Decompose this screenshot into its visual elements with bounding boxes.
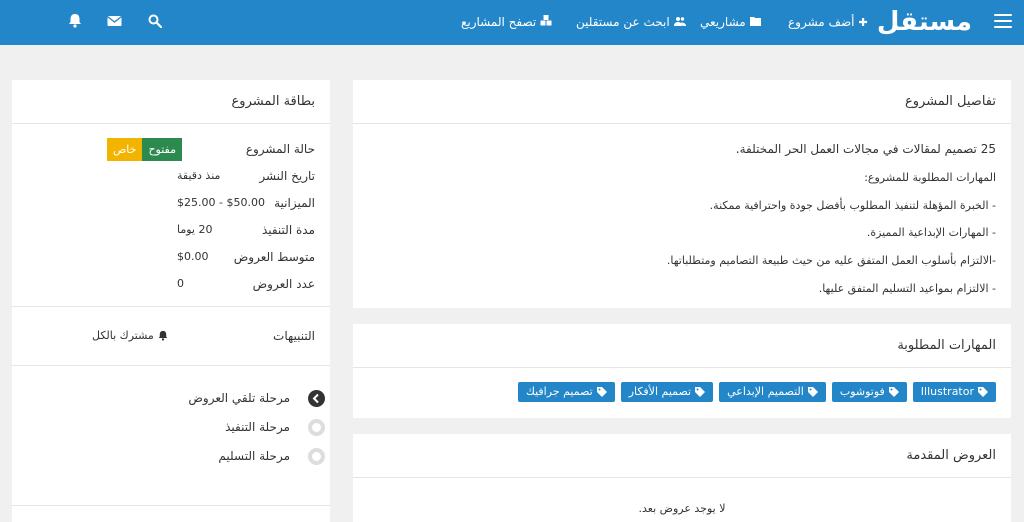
nav-my-projects[interactable]: مشاريعي	[700, 0, 761, 45]
project-details-title: تفاصيل المشروع	[353, 80, 1011, 124]
skill-tag-creative-design[interactable]: التصميم الإبداعي	[719, 382, 826, 402]
average-offers-row: متوسط العروض $0.00	[27, 246, 315, 273]
folder-icon	[749, 0, 761, 45]
stage-label: مرحلة التسليم	[218, 449, 290, 463]
logo[interactable]: مستقل	[877, 4, 972, 40]
publish-date-value: منذ دقيقة	[177, 169, 221, 182]
budget-label: الميزانية	[274, 196, 315, 210]
tag-icon	[978, 387, 988, 397]
skill-tag-label: تصميم جرافيك	[525, 385, 593, 398]
stage-label: مرحلة التنفيذ	[225, 420, 290, 434]
bell-icon	[158, 330, 168, 341]
publish-date-row: تاريخ النشر منذ دقيقة	[27, 165, 315, 192]
skill-tag-illustrator[interactable]: Illustrator	[912, 382, 996, 402]
no-offers-text: لا يوجد عروض بعد.	[638, 502, 726, 515]
offers-count-row: عدد العروض 0	[27, 273, 315, 300]
description-line: المهارات المطلوبة للمشروع:	[864, 171, 996, 185]
stage-inactive-icon	[308, 448, 325, 465]
stage-label: مرحلة تلقي العروض	[188, 391, 290, 405]
budget-value: $25.00 - $50.00	[177, 196, 265, 209]
description-line: -الالتزام بأسلوب العمل المتفق عليه من حي…	[666, 253, 996, 267]
top-navbar: مستقل ✚ أضف مشروع مشاريعي ابحث عن مستقلي…	[0, 0, 1024, 45]
project-description: 25 تصميم لمقالات في مجالات العمل الحر ال…	[353, 124, 1011, 323]
skill-tag-graphic-design[interactable]: تصميم جرافيك	[517, 382, 615, 402]
offers-count-value: 0	[177, 277, 184, 290]
offers-count-label: عدد العروض	[252, 277, 315, 291]
divider	[12, 505, 330, 506]
project-card-title: بطاقة المشروع	[12, 80, 330, 124]
project-status-row: حالة المشروع خاص مفتوح	[27, 138, 315, 165]
notifications-subscription[interactable]: مشترك بالكل	[92, 329, 168, 342]
required-skills-title: المهارات المطلوبة	[353, 324, 1011, 368]
plus-icon: ✚	[858, 16, 868, 29]
skills-list: Illustrator فوتوشوب التصميم الإبداعي تصم…	[353, 368, 1011, 416]
publish-date-label: تاريخ النشر	[259, 169, 315, 183]
tag-icon	[695, 387, 706, 397]
notifications-row: التنبيهات مشترك بالكل	[12, 307, 330, 365]
nav-find-freelancers-label: ابحث عن مستقلين	[576, 15, 670, 29]
nav-browse-projects[interactable]: تصفح المشاريع	[461, 0, 552, 45]
private-badge: خاص	[107, 138, 143, 161]
project-card-rows: حالة المشروع خاص مفتوح تاريخ النشر منذ د…	[12, 124, 330, 306]
budget-row: الميزانية $25.00 - $50.00	[27, 192, 315, 219]
bell-icon[interactable]	[66, 13, 82, 29]
skill-tag-label: فوتوشوب	[839, 385, 885, 398]
stage-receiving-offers: مرحلة تلقي العروض	[12, 390, 330, 419]
users-icon	[673, 0, 686, 45]
tag-icon	[596, 387, 607, 397]
stage-inactive-icon	[308, 419, 325, 436]
duration-label: مدة التنفيذ	[261, 223, 315, 237]
required-skills-panel: المهارات المطلوبة Illustrator فوتوشوب ال…	[353, 324, 1011, 418]
offers-panel: العروض المقدمة لا يوجد عروض بعد.	[353, 434, 1011, 522]
nav-my-projects-label: مشاريعي	[700, 15, 746, 29]
nav-add-project-label: أضف مشروع	[788, 15, 855, 29]
description-line: - المهارات الإبداعية المميزة.	[866, 226, 996, 240]
project-card-panel: بطاقة المشروع حالة المشروع خاص مفتوح تار…	[12, 80, 330, 522]
stage-active-icon	[308, 390, 325, 407]
nav-find-freelancers[interactable]: ابحث عن مستقلين	[576, 0, 686, 45]
description-line: 25 تصميم لمقالات في مجالات العمل الحر ال…	[735, 142, 996, 156]
project-status-label: حالة المشروع	[245, 142, 315, 156]
project-details-panel: تفاصيل المشروع 25 تصميم لمقالات في مجالا…	[353, 80, 1011, 308]
average-offers-label: متوسط العروض	[233, 250, 315, 264]
skill-tag-label: Illustrator	[920, 385, 974, 398]
tag-icon	[807, 387, 818, 397]
envelope-icon[interactable]	[106, 13, 122, 29]
description-line: - الالتزام بمواعيد التسليم المتفق عليها.	[818, 281, 996, 295]
description-line: - الخبرة المؤهلة لتنفيذ المطلوب بأفضل جو…	[709, 198, 996, 212]
offers-title: العروض المقدمة	[353, 434, 1011, 478]
notifications-label: التنبيهات	[273, 329, 315, 343]
skill-tag-label: تصميم الأفكار	[628, 385, 692, 398]
nav-add-project[interactable]: ✚ أضف مشروع	[788, 0, 868, 45]
skill-tag-photoshop[interactable]: فوتوشوب	[831, 382, 907, 402]
notifications-value: مشترك بالكل	[92, 329, 154, 342]
stage-execution: مرحلة التنفيذ	[12, 419, 330, 448]
stage-delivery: مرحلة التسليم	[12, 448, 330, 477]
hamburger-menu-icon[interactable]	[994, 14, 1012, 30]
project-stages: مرحلة تلقي العروض مرحلة التنفيذ مرحلة ال…	[12, 366, 330, 477]
cubes-icon	[540, 0, 552, 45]
open-badge: مفتوح	[142, 138, 183, 161]
status-badges: خاص مفتوح	[107, 138, 183, 161]
search-icon[interactable]	[146, 13, 163, 29]
average-offers-value: $0.00	[177, 250, 209, 263]
duration-value: 20 يوما	[177, 223, 213, 236]
skill-tag-idea-design[interactable]: تصميم الأفكار	[620, 382, 714, 402]
tag-icon	[888, 387, 899, 397]
nav-browse-projects-label: تصفح المشاريع	[461, 15, 537, 29]
skill-tag-label: التصميم الإبداعي	[727, 385, 804, 398]
duration-row: مدة التنفيذ 20 يوما	[27, 219, 315, 246]
